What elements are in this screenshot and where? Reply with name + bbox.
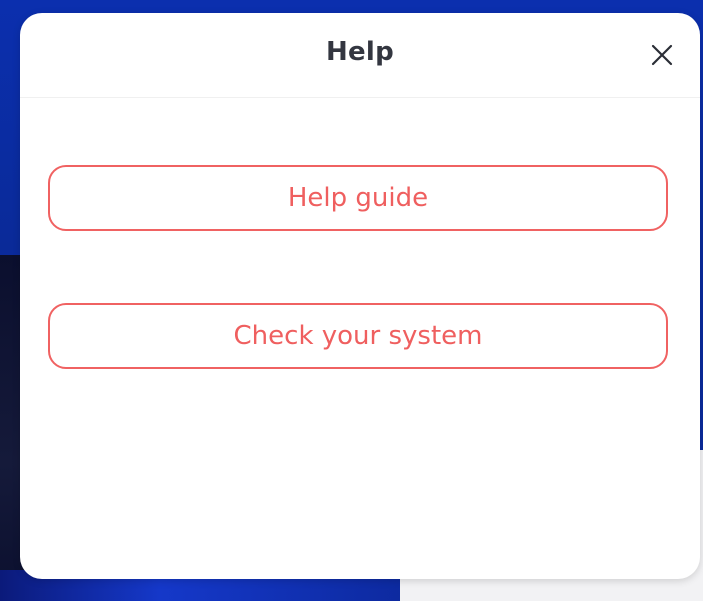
- help-guide-button[interactable]: Help guide: [48, 165, 668, 231]
- dialog-header: Help: [20, 13, 700, 98]
- help-dialog: Help Help guide Check your system: [20, 13, 700, 579]
- check-system-button[interactable]: Check your system: [48, 303, 668, 369]
- dialog-title: Help: [325, 37, 395, 67]
- close-icon: [651, 44, 673, 66]
- close-button[interactable]: [644, 37, 680, 73]
